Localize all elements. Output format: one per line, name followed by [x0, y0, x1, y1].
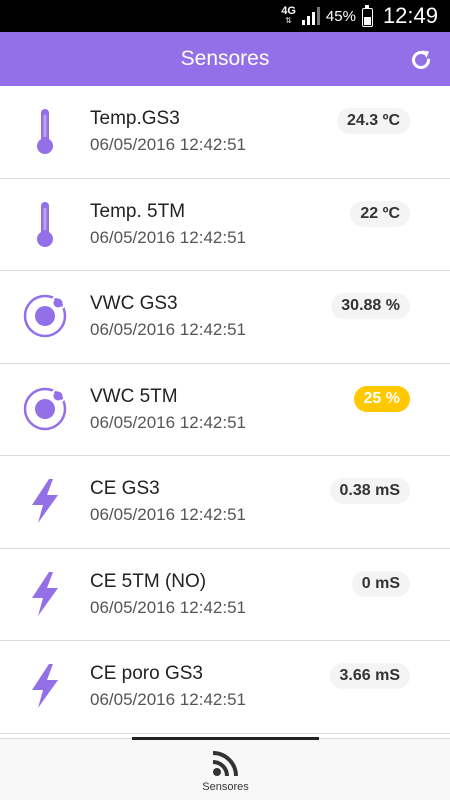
network-indicator: 4G ⇅	[281, 6, 296, 26]
sensor-name: CE GS3	[90, 478, 160, 499]
ionic-icon	[22, 293, 68, 339]
battery-icon	[361, 4, 373, 27]
sensor-timestamp: 06/05/2016 12:42:51	[90, 320, 246, 339]
sensor-name: CE 5TM (NO)	[90, 570, 207, 592]
sensor-timestamp: 06/05/2016 12:42:51	[90, 227, 246, 247]
app-header: Sensores	[0, 32, 450, 86]
sensor-item[interactable]: VWC 5TM 06/05/2016 12:42:51 25 %	[0, 364, 450, 456]
sensor-list: Temp.GS3 06/05/2016 12:42:51 24.3 ºC Temp. …	[0, 86, 450, 734]
flash-icon	[22, 663, 68, 709]
sensor-name: Temp.GS3	[90, 108, 180, 129]
refresh-button[interactable]	[408, 47, 434, 73]
sensor-value-badge: 24.3 ºC	[337, 108, 410, 134]
data-arrows-icon: ⇅	[285, 16, 292, 25]
ionic-icon	[22, 386, 68, 432]
sensor-timestamp: 06/05/2016 12:42:51	[90, 135, 246, 154]
sensor-value-badge: 0 mS	[351, 570, 410, 597]
status-bar: 4G ⇅ 45% 12:49	[0, 0, 450, 32]
sensor-name: VWC GS3	[90, 293, 178, 314]
tab-sensores[interactable]: Sensores	[132, 739, 319, 800]
tab-bar: Sensores	[0, 737, 450, 800]
thermometer-icon	[22, 201, 68, 247]
sensor-timestamp: 06/05/2016 12:42:51	[90, 597, 246, 617]
sensor-name: CE poro GS3	[90, 663, 203, 684]
sensor-item[interactable]: VWC GS3 06/05/2016 12:42:51 30.88 %	[0, 271, 450, 364]
sensor-timestamp: 06/05/2016 12:42:51	[90, 690, 246, 709]
sensor-timestamp: 06/05/2016 12:42:51	[90, 412, 246, 432]
flash-icon	[22, 571, 68, 617]
page-title: Sensores	[180, 47, 270, 70]
signal-icon	[301, 7, 320, 25]
sensor-item[interactable]: CE poro GS3 06/05/2016 12:42:51 3.66 mS	[0, 641, 450, 734]
sensor-item[interactable]: CE GS3 06/05/2016 12:42:51 0.38 mS	[0, 456, 450, 549]
sensor-name: VWC 5TM	[90, 385, 178, 407]
sensor-item[interactable]: Temp.GS3 06/05/2016 12:42:51 24.3 ºC	[0, 86, 450, 179]
refresh-icon	[412, 50, 430, 69]
battery-percent: 45%	[325, 7, 356, 25]
sensor-value-badge: 25 %	[353, 385, 410, 412]
sensor-item[interactable]: Temp. 5TM 06/05/2016 12:42:51 22 ºC	[0, 179, 450, 271]
sensor-name: Temp. 5TM	[90, 200, 186, 222]
clock: 12:49	[382, 3, 438, 28]
rss-icon	[212, 751, 238, 777]
tab-label: Sensores	[202, 781, 249, 793]
sensor-value-badge: 3.66 mS	[329, 663, 410, 689]
sensor-timestamp: 06/05/2016 12:42:51	[90, 505, 246, 524]
thermometer-icon	[22, 108, 68, 154]
sensor-value-badge: 0.38 mS	[329, 478, 410, 504]
sensor-item[interactable]: CE 5TM (NO) 06/05/2016 12:42:51 0 mS	[0, 549, 450, 641]
sensor-value-badge: 30.88 %	[331, 293, 410, 319]
sensor-value-badge: 22 ºC	[350, 200, 410, 227]
flash-icon	[22, 478, 68, 524]
